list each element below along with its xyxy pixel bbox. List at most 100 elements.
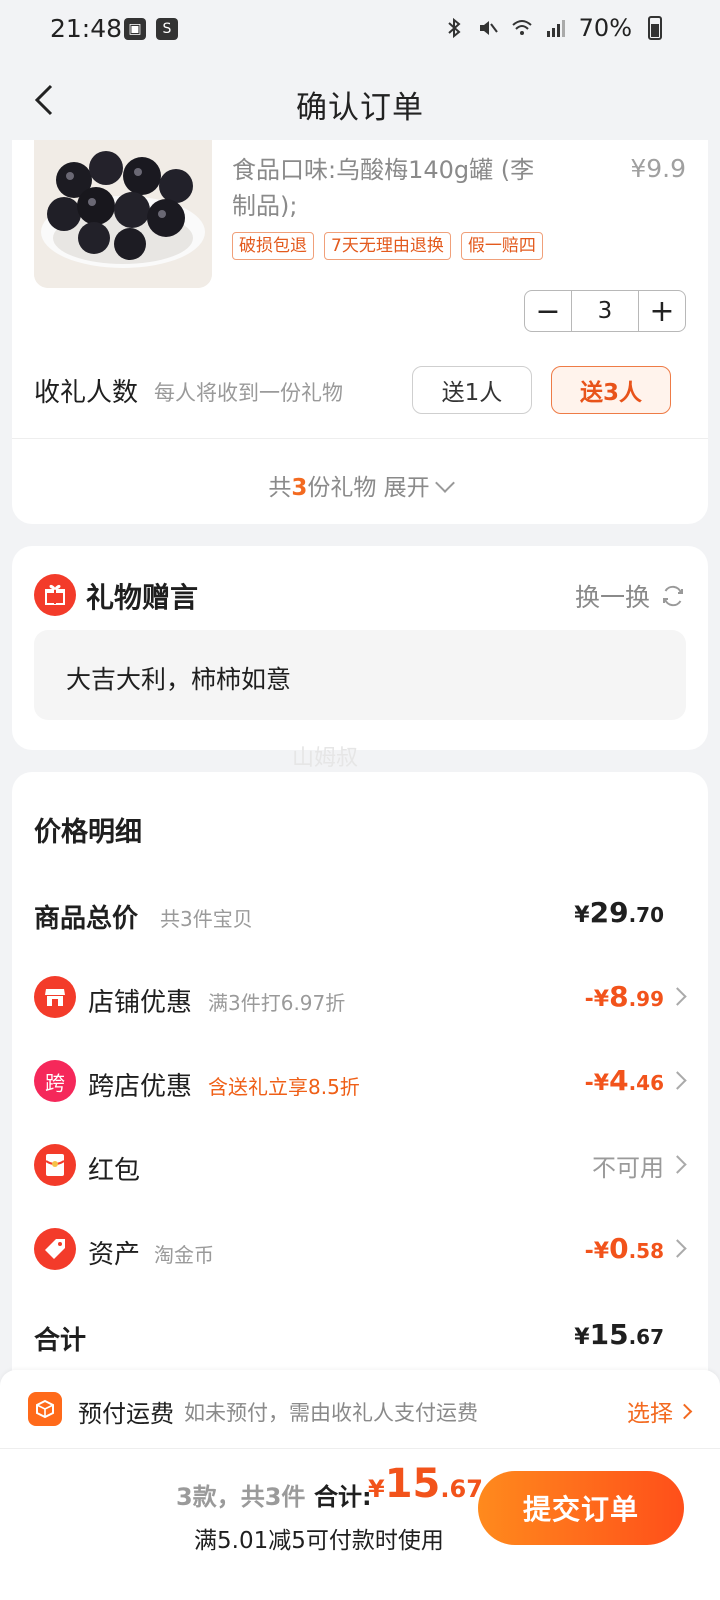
yen-sign: ¥ xyxy=(574,903,590,928)
goods-total-amount: ¥29.70 xyxy=(574,896,664,929)
assets-row[interactable]: 资产 淘金币 -¥0.58 xyxy=(34,1226,687,1276)
item-count: 3款，共3件 xyxy=(176,1483,306,1511)
tag-damage-refund: 破损包退 xyxy=(232,232,314,260)
expand-gifts-button[interactable]: 共3份礼物 展开 xyxy=(12,468,708,502)
footer-total-amount: ¥15.67 xyxy=(368,1461,483,1507)
gallery-icon: ▣ xyxy=(124,18,146,40)
status-bar: 21:48 ▣ S 70% xyxy=(0,0,720,60)
decrease-button[interactable]: − xyxy=(525,291,571,331)
amount-dec: .99 xyxy=(628,987,664,1011)
swap-message-button[interactable]: 换一换 xyxy=(575,578,686,614)
chevron-right-icon xyxy=(676,1403,693,1419)
recipient-count-label: 收礼人数 xyxy=(34,378,139,408)
assets-label: 资产 xyxy=(88,1240,141,1270)
coin-tag-icon xyxy=(34,1228,76,1270)
product-price: ¥9.9 xyxy=(630,154,686,183)
red-packet-label: 红包 xyxy=(88,1156,141,1186)
shop-discount-sub: 满3件打6.97折 xyxy=(208,991,346,1015)
cross-shop-discount-amount: -¥4.46 xyxy=(585,1064,664,1097)
product-flavor: 食品口味:乌酸梅140g罐 (李制品); xyxy=(232,156,535,220)
prepaid-shipping-label: 预付运费 xyxy=(78,1400,174,1428)
send-3-button[interactable]: 送3人 xyxy=(551,366,671,414)
expand-prefix: 共 xyxy=(268,475,292,501)
cross-shop-discount-row[interactable]: 跨 跨店优惠 含送礼立享8.5折 -¥4.46 xyxy=(34,1058,687,1108)
page-title: 确认订单 xyxy=(296,90,424,126)
increase-button[interactable]: + xyxy=(639,291,685,331)
shop-icon xyxy=(34,976,76,1018)
total-label: 合计 xyxy=(34,1326,87,1356)
amount-prefix: -¥ xyxy=(584,1071,610,1096)
cross-shop-icon: 跨 xyxy=(34,1060,76,1102)
gift-message-card: 礼物赠言 换一换 大吉大利，柿柿如意 xyxy=(12,546,708,750)
s-app-icon: S xyxy=(156,18,178,40)
status-notification-icons: ▣ S xyxy=(124,18,178,40)
gift-count: 3 xyxy=(291,475,308,501)
gift-message-title: 礼物赠言 xyxy=(86,581,199,614)
assets-sub: 淘金币 xyxy=(154,1243,214,1267)
amount-dec: .58 xyxy=(628,1239,664,1263)
tag-fake-compensation: 假一赔四 xyxy=(460,232,543,260)
amount-int: 0 xyxy=(609,1232,629,1265)
price-detail-title: 价格明细 xyxy=(34,817,142,848)
wifi-icon xyxy=(511,20,532,35)
bluetooth-icon xyxy=(447,17,461,39)
divider xyxy=(12,438,708,439)
swap-label: 换一换 xyxy=(574,583,650,612)
watermark: 山姆叔 xyxy=(292,746,359,771)
chevron-right-icon xyxy=(668,1155,687,1174)
amount-dec: .46 xyxy=(628,1071,664,1095)
chevron-right-icon xyxy=(668,987,687,1006)
plum-image xyxy=(34,140,212,288)
cross-shop-discount-label: 跨店优惠 xyxy=(88,1072,193,1102)
page-header: 确认订单 xyxy=(0,60,720,140)
battery-icon xyxy=(648,16,662,40)
goods-total-sub: 共3件宝贝 xyxy=(160,907,253,931)
chevron-down-icon xyxy=(434,473,455,493)
status-time: 21:48 xyxy=(50,14,123,43)
shop-discount-row[interactable]: 店铺优惠 满3件打6.97折 -¥8.99 xyxy=(34,974,687,1024)
battery-percent: 70% xyxy=(578,14,632,42)
amount-prefix: -¥ xyxy=(584,1239,610,1264)
amount-int: 8 xyxy=(609,980,629,1013)
amount-dec: .67 xyxy=(440,1475,483,1503)
chevron-right-icon xyxy=(668,1239,687,1258)
promo-hint: 满5.01减5可付款时使用 xyxy=(194,1528,444,1554)
tag-7day-return: 7天无理由退换 xyxy=(324,232,451,260)
price-detail-card: 价格明细 商品总价 共3件宝贝 ¥29.70 店铺优惠 满3件打6.97折 -¥… xyxy=(12,772,708,1380)
shop-discount-label: 店铺优惠 xyxy=(88,988,193,1018)
red-packet-row[interactable]: 红包 不可用 xyxy=(34,1142,687,1192)
amount-int: 29 xyxy=(589,896,629,929)
shop-discount-amount: -¥8.99 xyxy=(585,980,664,1013)
amount-int: 15 xyxy=(589,1318,629,1351)
amount-dec: .70 xyxy=(628,903,664,927)
status-system-icons: 70% xyxy=(443,14,662,42)
red-packet-icon xyxy=(34,1144,76,1186)
total-row: 合计 ¥15.67 xyxy=(34,1312,686,1362)
quantity-value[interactable]: 3 xyxy=(571,291,639,331)
assets-amount: -¥0.58 xyxy=(585,1232,664,1265)
product-image[interactable] xyxy=(34,140,212,288)
goods-total-row: 商品总价 共3件宝贝 ¥29.70 xyxy=(34,890,686,940)
choose-label: 选择 xyxy=(627,1401,673,1427)
footer-total-label: 合计: xyxy=(314,1483,372,1511)
mute-icon xyxy=(479,21,498,35)
amount-dec: .67 xyxy=(628,1325,664,1349)
submit-order-button[interactable]: 提交订单 xyxy=(478,1471,684,1545)
shipping-box-icon xyxy=(28,1392,62,1426)
gift-message-box[interactable]: 大吉大利，柿柿如意 xyxy=(34,630,686,720)
product-card: 食品口味:乌酸梅140g罐 (李制品); ¥9.9 破损包退 7天无理由退换 假… xyxy=(12,140,708,524)
prepaid-shipping-bar: 预付运费 如未预付，需由收礼人支付运费 选择 xyxy=(0,1370,720,1448)
prepaid-shipping-hint: 如未预付，需由收礼人支付运费 xyxy=(184,1401,478,1425)
gift-message-text: 大吉大利，柿柿如意 xyxy=(66,665,292,694)
goods-total-label: 商品总价 xyxy=(34,904,139,934)
refresh-icon xyxy=(663,585,683,607)
expand-suffix: 份礼物 展开 xyxy=(307,475,430,501)
checkout-footer: 3款，共3件 合计: ¥15.67 满5.01减5可付款时使用 提交订单 xyxy=(0,1448,720,1600)
service-tags: 破损包退 7天无理由退换 假一赔四 xyxy=(232,232,543,260)
choose-shipping-button[interactable]: 选择 xyxy=(627,1394,693,1428)
total-amount: ¥15.67 xyxy=(574,1318,664,1351)
red-packet-value: 不可用 xyxy=(592,1154,664,1182)
send-1-button[interactable]: 送1人 xyxy=(412,366,532,414)
amount-int: 15 xyxy=(384,1461,441,1507)
amount-prefix: -¥ xyxy=(584,987,610,1012)
